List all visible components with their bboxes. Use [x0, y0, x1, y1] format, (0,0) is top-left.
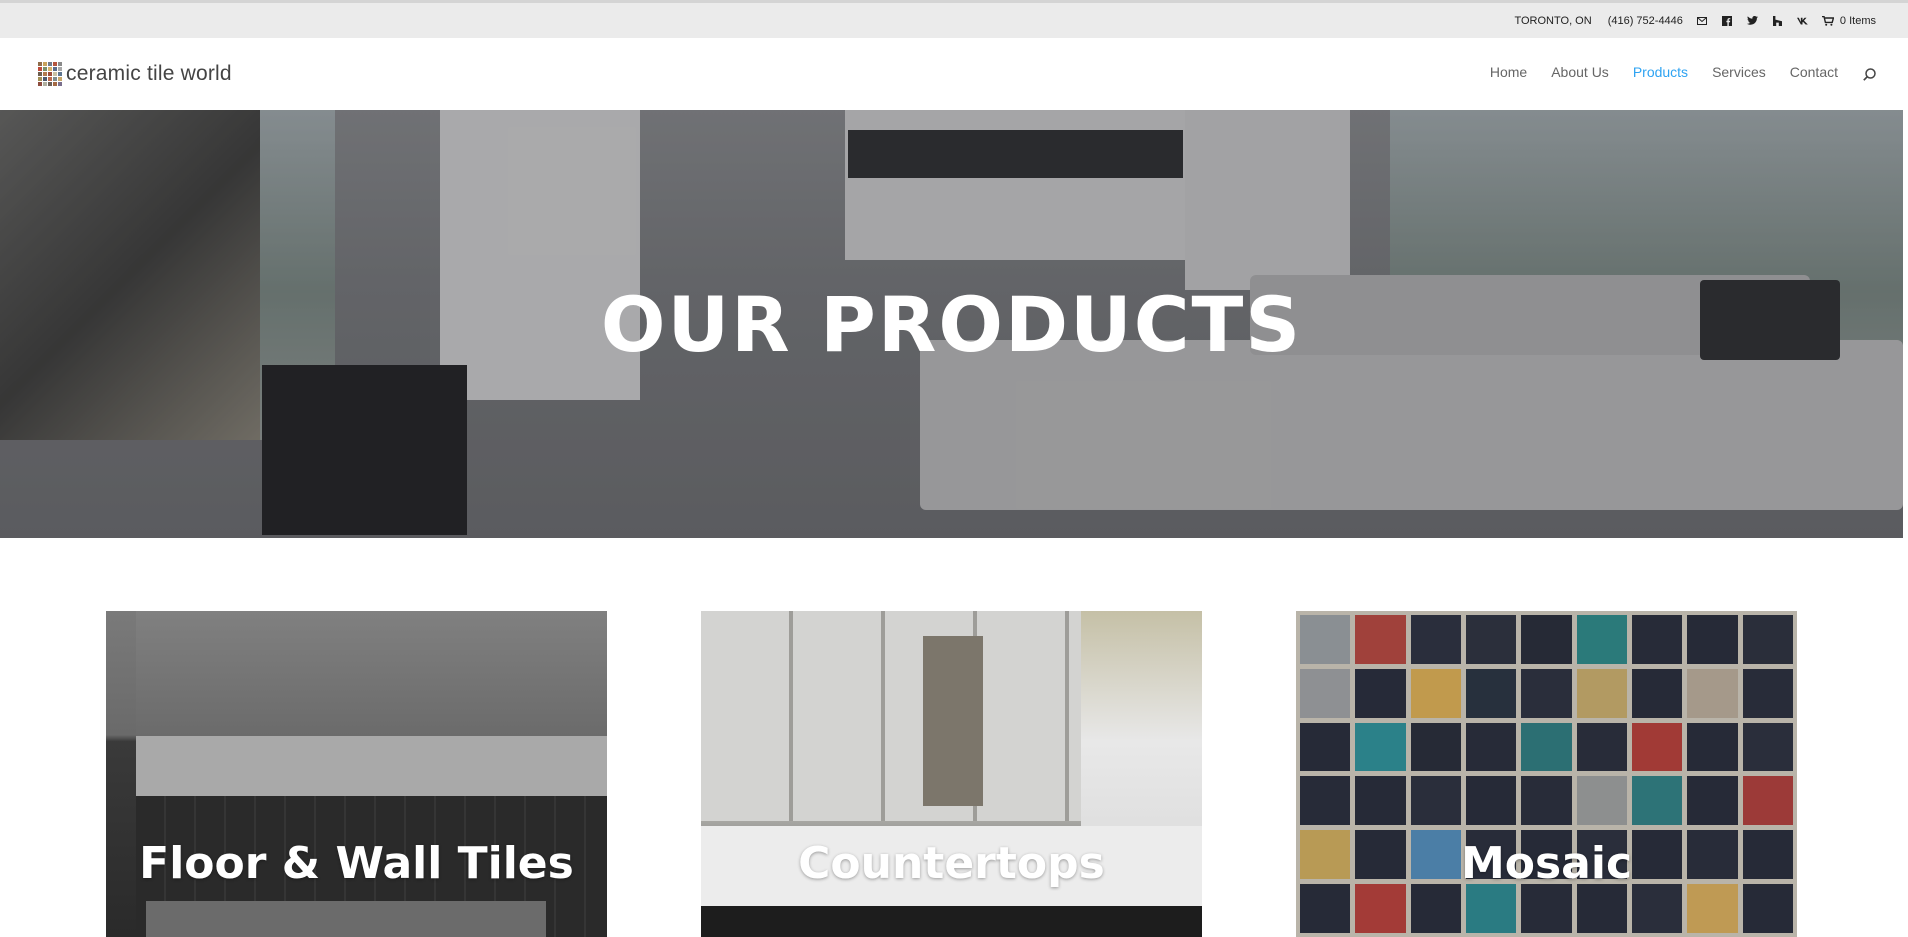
cart-icon	[1821, 15, 1834, 26]
nav-contact[interactable]: Contact	[1790, 64, 1838, 80]
search-icon[interactable]	[1863, 68, 1876, 86]
location-text: TORONTO, ON	[1514, 14, 1592, 27]
houzz-icon[interactable]	[1772, 15, 1783, 26]
product-title: Mosaic	[1460, 838, 1633, 889]
card-sink-counter	[146, 901, 546, 937]
card-shelf	[136, 736, 607, 796]
card-mirror	[136, 611, 607, 736]
nav-about-us[interactable]: About Us	[1551, 64, 1609, 80]
card-countertop	[701, 906, 1202, 937]
nav-services[interactable]: Services	[1712, 64, 1766, 80]
vk-icon[interactable]	[1796, 15, 1808, 26]
page: TORONTO, ON (416) 752-4446 0 Items ceram…	[0, 0, 1908, 937]
product-card-mosaic[interactable]: Mosaic	[1296, 611, 1797, 937]
facebook-icon[interactable]	[1722, 15, 1733, 26]
nav-products[interactable]: Products	[1633, 64, 1688, 80]
twitter-icon[interactable]	[1746, 15, 1758, 26]
phone-link[interactable]: (416) 752-4446	[1608, 15, 1683, 27]
top-bar: TORONTO, ON (416) 752-4446 0 Items	[0, 0, 1908, 38]
logo-mosaic-icon	[38, 62, 62, 86]
hero-title: OUR PRODUCTS	[600, 280, 1303, 369]
main-header: ceramic tile world Home About Us Product…	[0, 38, 1908, 110]
top-bar-contact: TORONTO, ON (416) 752-4446 0 Items	[1498, 3, 1876, 38]
card-glass-cabinet	[923, 636, 983, 806]
cart-link[interactable]: 0 Items	[1821, 14, 1876, 27]
hero-banner: OUR PRODUCTS	[0, 110, 1903, 538]
product-card-floor-wall-tiles[interactable]: Floor & Wall Tiles	[106, 611, 607, 937]
email-icon[interactable]	[1697, 15, 1708, 26]
main-nav: Home About Us Products Services Contact	[1466, 64, 1838, 80]
nav-home[interactable]: Home	[1490, 64, 1527, 80]
card-cabinets	[701, 611, 1081, 821]
logo-text: ceramic tile world	[66, 62, 232, 85]
product-title: Countertops	[798, 838, 1105, 889]
product-card-countertops[interactable]: Countertops	[701, 611, 1202, 937]
product-title: Floor & Wall Tiles	[139, 838, 574, 889]
site-logo[interactable]: ceramic tile world	[38, 62, 232, 86]
cart-label: 0 Items	[1839, 14, 1876, 27]
